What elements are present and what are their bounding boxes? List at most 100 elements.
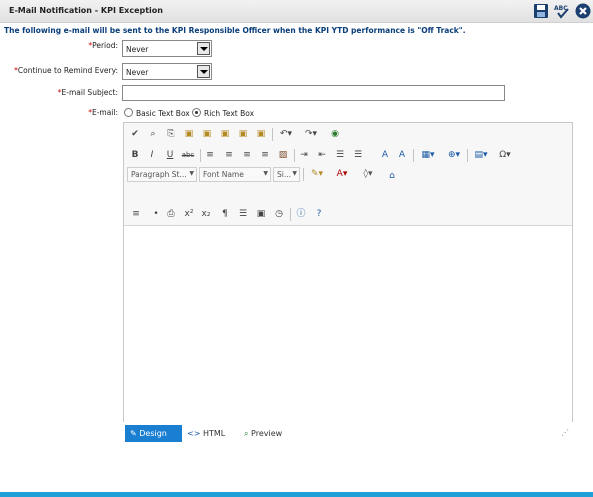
font-color-icon[interactable]: A▾ — [332, 167, 352, 181]
subject-label: *E-mail Subject: — [20, 88, 118, 97]
period-select[interactable]: Never — [122, 40, 212, 57]
chevron-down-icon: ▼ — [263, 170, 268, 177]
remind-label-text: Continue to Remind Every: — [17, 66, 118, 75]
toolbar-divider — [200, 149, 201, 162]
font-size-dropdown[interactable]: Si... ▼ — [273, 167, 300, 182]
print-icon[interactable]: ⎙ — [164, 207, 178, 221]
bullet-dot-icon[interactable]: • — [152, 207, 160, 221]
redo-icon[interactable]: ↷▾ — [302, 127, 320, 141]
toolbar-divider — [413, 149, 414, 162]
insert-date-icon[interactable]: ◷ — [272, 207, 286, 221]
align-center-icon[interactable]: ≡ — [223, 148, 235, 162]
chevron-down-icon[interactable] — [197, 42, 210, 55]
paste-html-icon[interactable]: ▣ — [237, 127, 249, 141]
toolbar-divider — [467, 149, 468, 162]
save-icon[interactable] — [533, 3, 549, 19]
numbered-list-icon[interactable]: ☰ — [334, 148, 346, 162]
radio-rich-text[interactable] — [192, 108, 201, 117]
toolbar-divider — [303, 168, 304, 181]
title-bar: E-Mail Notification - KPI Exception ABC — [0, 0, 593, 23]
insert-form-icon[interactable]: ▤▾ — [471, 148, 491, 162]
spellcheck-tool-icon[interactable]: ✔ — [129, 127, 141, 141]
bold-button[interactable]: B — [130, 148, 140, 162]
paste-plain-icon[interactable]: ▣ — [255, 127, 267, 141]
insert-symbol-icon[interactable]: ▣ — [254, 207, 268, 221]
indent-icon[interactable]: ⇥ — [298, 148, 310, 162]
bullet-list-icon[interactable]: ☰ — [352, 148, 364, 162]
paragraph-mark-icon[interactable]: ¶ — [218, 207, 232, 221]
align-right-icon[interactable]: ≡ — [241, 148, 253, 162]
remind-label: *Continue to Remind Every: — [0, 66, 118, 75]
email-label: *E-mail: — [20, 108, 118, 117]
css-class-icon[interactable]: A — [378, 148, 392, 162]
code-icon: <> — [187, 429, 201, 438]
font-name-dropdown[interactable]: Font Name ▼ — [199, 167, 271, 182]
format-sets-icon[interactable]: ⌂ — [386, 169, 398, 183]
period-value: Never — [126, 45, 149, 54]
font-size-value: Si... — [277, 170, 291, 179]
period-label: *Period: — [20, 41, 118, 50]
subject-label-text: E-mail Subject: — [61, 88, 118, 97]
window-title: E-Mail Notification - KPI Exception — [9, 6, 163, 15]
email-label-text: E-mail: — [91, 108, 118, 117]
paragraph-style-dropdown[interactable]: Paragraph St... ▼ — [127, 167, 197, 182]
design-mode-tab[interactable]: ✎ Design — [125, 425, 182, 442]
table-icon[interactable]: ▦▾ — [418, 148, 438, 162]
superscript-button[interactable]: x² — [182, 207, 196, 221]
pencil-icon: ✎ — [130, 429, 137, 438]
radio-basic-text[interactable] — [124, 108, 133, 117]
undo-icon[interactable]: ↶▾ — [277, 127, 295, 141]
insert-paragraph-icon[interactable]: ≡ — [129, 207, 143, 221]
paragraph-style-value: Paragraph St... — [131, 170, 187, 179]
highlight-color-icon[interactable]: ◊▾ — [357, 167, 379, 181]
horizontal-rule-icon[interactable]: ☰ — [236, 207, 250, 221]
copy-icon[interactable]: ⎘ — [165, 127, 177, 141]
html-mode-tab[interactable]: <> HTML — [187, 425, 237, 442]
print-preview-icon[interactable]: ◉ — [328, 127, 342, 141]
remind-select[interactable]: Never — [122, 63, 212, 80]
toolbar-divider — [290, 208, 291, 221]
period-label-text: Period: — [92, 41, 118, 50]
chevron-down-icon[interactable] — [197, 65, 210, 78]
special-characters-button[interactable]: Ω▾ — [494, 148, 516, 162]
paste-text-icon[interactable]: ▣ — [219, 127, 231, 141]
toolbar-divider — [272, 128, 273, 141]
subscript-button[interactable]: x₂ — [199, 207, 213, 221]
italic-button[interactable]: I — [147, 148, 157, 162]
help-icon[interactable]: ? — [312, 207, 326, 221]
about-icon[interactable]: ⓘ — [294, 207, 308, 221]
radio-rich-label: Rich Text Box — [204, 109, 255, 118]
chevron-down-icon: ▼ — [189, 170, 194, 177]
radio-basic-label: Basic Text Box — [136, 109, 190, 118]
justify-icon[interactable]: ≡ — [259, 148, 271, 162]
preview-mode-label: Preview — [251, 429, 283, 438]
design-mode-label: Design — [139, 429, 167, 438]
clear-format-icon[interactable]: A — [395, 148, 409, 162]
preview-mode-tab[interactable]: ⌕ Preview — [244, 425, 304, 442]
paste-icon[interactable]: ▣ — [183, 127, 195, 141]
toolbar-divider — [294, 149, 295, 162]
find-icon[interactable]: ⌕ — [147, 127, 159, 141]
magnifier-icon: ⌕ — [244, 429, 249, 438]
paste-word-icon[interactable]: ▣ — [201, 127, 213, 141]
info-text: The following e-mail will be sent to the… — [4, 26, 466, 35]
editor-content-area[interactable] — [124, 225, 572, 422]
outdent-icon[interactable]: ⇤ — [316, 148, 328, 162]
editor-mode-bar: ✎ Design <> HTML ⌕ Preview ⋰ — [124, 425, 572, 442]
close-icon[interactable] — [575, 3, 591, 19]
format-painter-icon[interactable]: ✎▾ — [307, 167, 327, 181]
strikethrough-button[interactable]: abc — [180, 148, 196, 162]
html-mode-label: HTML — [202, 429, 226, 438]
resize-handle-icon[interactable]: ⋰ — [561, 428, 569, 437]
align-left-icon[interactable]: ≡ — [204, 148, 216, 162]
format-stripper-icon[interactable]: ▨ — [277, 148, 289, 162]
chevron-down-icon: ▼ — [292, 170, 297, 177]
remind-value: Never — [126, 68, 149, 77]
subject-input[interactable] — [122, 85, 505, 101]
bottom-accent-bar — [0, 492, 593, 497]
spellcheck-icon[interactable]: ABC — [554, 3, 570, 19]
insert-link-icon[interactable]: ⊕▾ — [443, 148, 465, 162]
omega-icon: Ω — [499, 150, 507, 160]
font-name-value: Font Name — [203, 170, 244, 179]
underline-button[interactable]: U — [165, 148, 175, 162]
